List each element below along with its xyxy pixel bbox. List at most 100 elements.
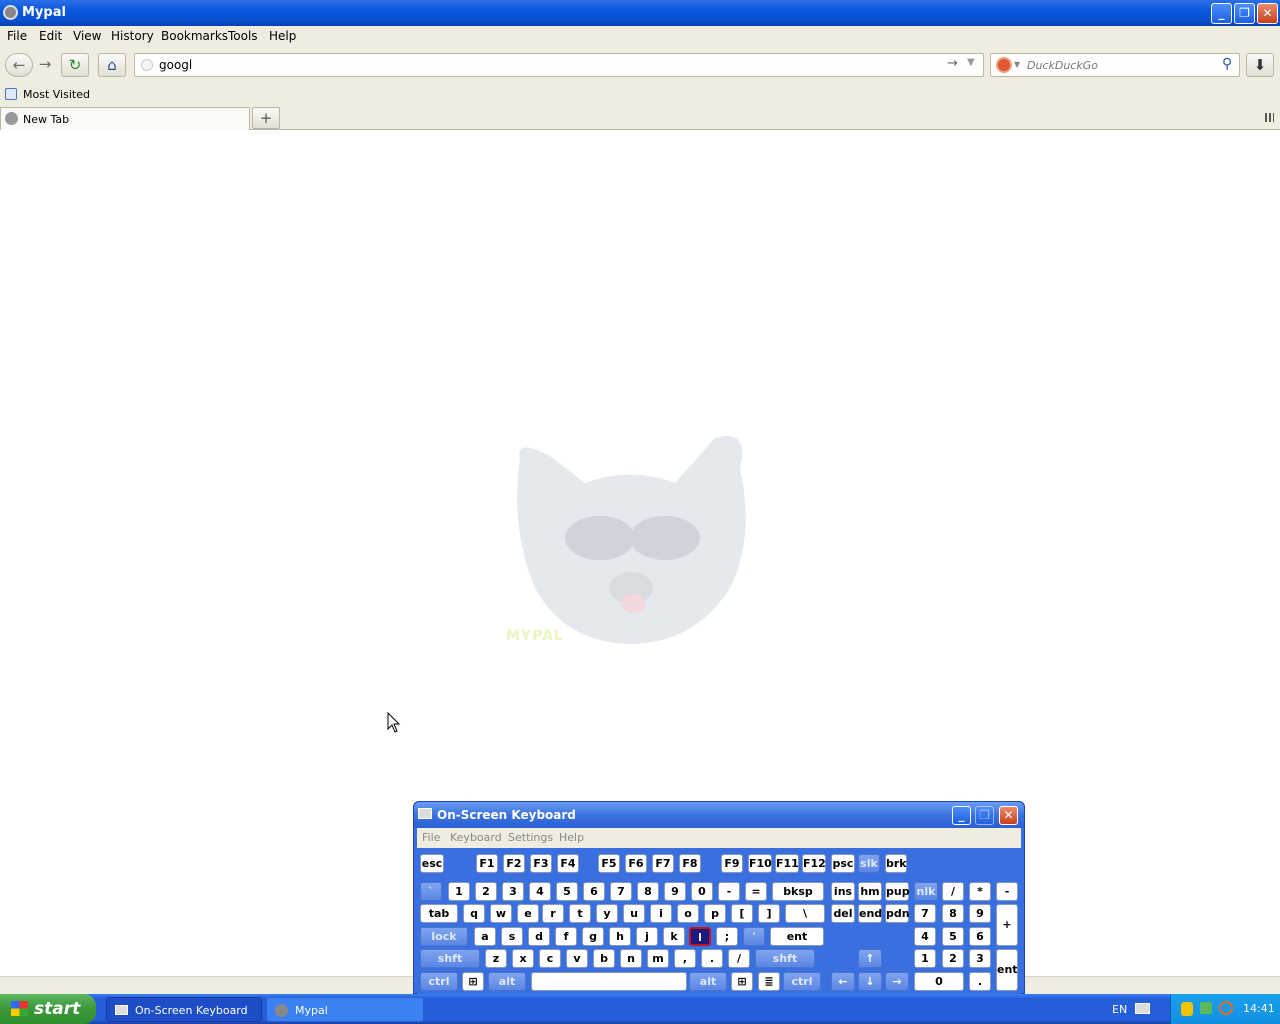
osk-key-num-11[interactable]: - — [718, 882, 740, 901]
osk-key-fn-0[interactable]: esc — [420, 854, 444, 873]
network-icon[interactable] — [1200, 1002, 1212, 1014]
osk-key-num-3[interactable]: 3 — [502, 882, 524, 901]
osk-key-shift-1[interactable]: z — [485, 949, 507, 968]
osk-key-shift-5[interactable]: b — [593, 949, 615, 968]
restore-button[interactable]: ❐ — [1234, 3, 1255, 24]
osk-key-caps-9[interactable]: l — [689, 927, 711, 946]
osk-key-num-10[interactable]: 0 — [691, 882, 713, 901]
tab-new-tab[interactable]: New Tab — [0, 107, 250, 130]
menu-history[interactable]: History — [111, 29, 154, 43]
osk-key-tab-17[interactable]: 7 — [914, 904, 936, 923]
osk-key-bottom-2[interactable]: alt — [488, 972, 526, 991]
osk-key-tab-1[interactable]: q — [463, 904, 485, 923]
osk-key-tab-19[interactable]: 9 — [969, 904, 991, 923]
osk-key-tab-0[interactable]: tab — [420, 904, 458, 923]
osk-key-tab-14[interactable]: del — [831, 904, 855, 923]
osk-key-fn-5[interactable]: F5 — [598, 854, 620, 873]
osk-key-shift-13[interactable]: 2 — [942, 949, 964, 968]
osk-key-fn-13[interactable]: psc — [831, 854, 855, 873]
osk-key-fn-1[interactable]: F1 — [476, 854, 498, 873]
osk-key-num-20[interactable]: - — [996, 882, 1018, 901]
search-icon[interactable]: ⚲ — [1222, 56, 1232, 72]
osk-key-fn-12[interactable]: F12 — [802, 854, 826, 873]
windows-key-icon[interactable]: ⊞ — [462, 972, 484, 991]
osk-key-num-2[interactable]: 2 — [475, 882, 497, 901]
osk-key-num-0[interactable]: ` — [420, 882, 442, 901]
osk-menu-keyboard[interactable]: Keyboard — [450, 831, 502, 844]
new-tab-button[interactable]: + — [252, 107, 280, 129]
osk-key-num-16[interactable]: pup — [885, 882, 910, 901]
home-icon[interactable]: ⌂ — [98, 53, 126, 77]
osk-key-fn-2[interactable]: F2 — [503, 854, 525, 873]
osk-key-num-18[interactable]: / — [942, 882, 964, 901]
osk-key-caps-15[interactable]: 6 — [969, 927, 991, 946]
osk-key-caps-4[interactable]: f — [555, 927, 577, 946]
osk-key-space[interactable] — [531, 972, 687, 991]
osk-key-num-13[interactable]: bksp — [772, 882, 824, 901]
keyboard-layout-icon[interactable] — [1135, 1003, 1150, 1014]
osk-key-caps-13[interactable]: 4 — [914, 927, 936, 946]
osk-key-num-17[interactable]: nlk — [914, 882, 938, 901]
osk-key-bottom-12[interactable]: . — [969, 972, 991, 991]
url-input[interactable]: googl — [159, 58, 192, 72]
osk-key-fn-9[interactable]: F9 — [721, 854, 743, 873]
osk-key-fn-7[interactable]: F7 — [652, 854, 674, 873]
shield-icon[interactable] — [1181, 1002, 1193, 1016]
osk-key-tab-16[interactable]: pdn — [885, 904, 910, 923]
osk-key-tab-6[interactable]: y — [596, 904, 618, 923]
forward-icon[interactable]: → — [34, 53, 56, 77]
osk-key-num-12[interactable]: = — [745, 882, 767, 901]
search-input[interactable]: DuckDuckGo — [1027, 59, 1098, 72]
osk-key-fn-8[interactable]: F8 — [679, 854, 701, 873]
osk-key-fn-6[interactable]: F6 — [625, 854, 647, 873]
osk-key-tab-4[interactable]: r — [542, 904, 564, 923]
osk-key-caps-5[interactable]: g — [582, 927, 604, 946]
osk-key-shift-6[interactable]: n — [620, 949, 642, 968]
osk-key-num-9[interactable]: 9 — [664, 882, 686, 901]
search-tray-icon[interactable] — [1219, 1001, 1233, 1015]
language-indicator[interactable]: EN — [1112, 1003, 1127, 1016]
osk-key-shift-8[interactable]: , — [674, 949, 696, 968]
osk-key-caps-0[interactable]: lock — [420, 927, 468, 946]
osk-key-num-6[interactable]: 6 — [583, 882, 605, 901]
osk-key-caps-14[interactable]: 5 — [942, 927, 964, 946]
osk-key-shift-14[interactable]: 3 — [969, 949, 991, 968]
dropdown-arrow-icon[interactable]: ▼ — [967, 57, 975, 68]
osk-key-bottom-11[interactable]: 0 — [914, 972, 964, 991]
osk-key-shift-2[interactable]: x — [512, 949, 534, 968]
osk-key-shift-3[interactable]: c — [539, 949, 561, 968]
osk-key-tab-15[interactable]: end — [858, 904, 882, 923]
osk-key-shift-9[interactable]: . — [701, 949, 723, 968]
menu-file[interactable]: File — [7, 29, 27, 43]
osk-key-num-8[interactable]: 8 — [637, 882, 659, 901]
osk-menu-help[interactable]: Help — [559, 831, 584, 844]
menu-key-icon[interactable]: ≣ — [758, 972, 780, 991]
osk-key-shift-12[interactable]: 1 — [914, 949, 936, 968]
back-icon[interactable]: ← — [5, 53, 33, 77]
osk-key-tab-2[interactable]: w — [490, 904, 512, 923]
osk-arrow-icon[interactable]: ← — [831, 972, 855, 991]
osk-key-num-5[interactable]: 5 — [556, 882, 578, 901]
osk-key-caps-2[interactable]: s — [501, 927, 523, 946]
osk-key-tab-11[interactable]: [ — [731, 904, 753, 923]
download-icon[interactable]: ⬇ — [1246, 53, 1274, 77]
osk-minimize-button[interactable]: _ — [952, 806, 971, 825]
osk-key-caps-8[interactable]: k — [663, 927, 685, 946]
osk-key-shift-15[interactable]: ent — [996, 949, 1018, 991]
osk-key-bottom-7[interactable]: ctrl — [783, 972, 821, 991]
osk-key-shift-11[interactable]: shft — [755, 949, 815, 968]
minimize-button[interactable]: _ — [1211, 3, 1232, 24]
osk-key-caps-12[interactable]: ent — [770, 927, 824, 946]
osk-menu-settings[interactable]: Settings — [508, 831, 553, 844]
osk-key-tab-7[interactable]: u — [623, 904, 645, 923]
osk-key-tab-10[interactable]: p — [704, 904, 726, 923]
reload-icon[interactable]: ↻ — [61, 53, 89, 77]
osk-key-fn-10[interactable]: F10 — [748, 854, 772, 873]
osk-key-bottom-4[interactable]: alt — [689, 972, 727, 991]
osk-key-tab-18[interactable]: 8 — [942, 904, 964, 923]
task-mypal[interactable]: Mypal — [266, 997, 424, 1022]
page-identity-icon[interactable] — [141, 59, 153, 71]
osk-key-num-19[interactable]: * — [969, 882, 991, 901]
engine-dropdown-icon[interactable]: ▼ — [1014, 60, 1020, 69]
osk-key-caps-1[interactable]: a — [474, 927, 496, 946]
